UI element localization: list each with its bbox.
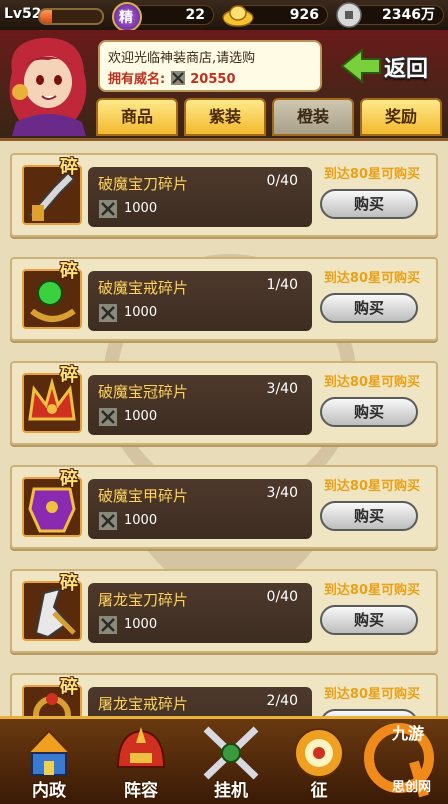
item-progress: 3/40 — [266, 381, 298, 397]
prestige-swords-icon — [99, 408, 117, 426]
item-cost: 1000 — [124, 305, 158, 320]
item-name: 屠龙宝戒碎片 — [98, 695, 189, 713]
item-name: 破魔宝冠碎片 — [98, 383, 189, 401]
greeting-bubble: 欢迎光临神装商店,请选购 拥有威名: 20550 — [98, 40, 322, 92]
gold-ingot-icon — [222, 5, 254, 27]
item-name: 屠龙宝刀碎片 — [98, 591, 189, 609]
fragment-badge: 碎 — [60, 365, 78, 386]
watermark-brand: 九游 — [392, 724, 425, 743]
shop-item-card: 碎破魔宝刀碎片 0/40 1000 到达80星可购买购买 — [10, 153, 438, 237]
buy-button[interactable]: 购买 — [320, 397, 418, 427]
item-progress: 3/40 — [266, 485, 298, 501]
item-list[interactable]: 碎破魔宝刀碎片 0/40 1000 到达80星可购买 购买碎破魔宝戒碎片 1/40 1000… — [0, 138, 448, 719]
prestige-line: 拥有威名: 20550 — [108, 71, 236, 87]
item-progress: 1/40 — [266, 277, 298, 293]
item-info: 破魔宝戒碎片 1/40 1000 — [88, 271, 312, 331]
shop-item-card: 碎破魔宝冠碎片 3/40 1000 到达80星可购买购买 — [10, 361, 438, 445]
item-info: 破魔宝刀碎片 0/40 1000 — [88, 167, 312, 227]
player-level: Lv52 — [4, 6, 42, 22]
shop-item-card: 碎破魔宝甲碎片 3/40 1000 到达80星可购买购买 — [10, 465, 438, 549]
nav-lineup[interactable]: 阵容 — [100, 723, 182, 803]
buy-button[interactable]: 购买 — [320, 605, 418, 635]
tab-rewards[interactable]: 奖励 — [360, 98, 442, 136]
jing-icon: 精 — [112, 2, 142, 32]
shop-item-card: 碎屠龙宝刀碎片 0/40 1000 到达80星可购买购买 — [10, 569, 438, 653]
fragment-badge: 碎 — [60, 573, 78, 594]
shopkeeper-avatar — [9, 37, 87, 136]
item-info: 屠龙宝刀碎片 0/40 1000 — [88, 583, 312, 643]
tab-goods[interactable]: 商品 — [96, 98, 178, 136]
purchase-requirement: 到达80星可购买 — [323, 479, 420, 494]
palace-icon — [25, 729, 73, 776]
item-name: 破魔宝刀碎片 — [98, 175, 189, 193]
purchase-requirement: 到达80星可购买 — [323, 583, 420, 598]
item-cost: 1000 — [124, 617, 158, 632]
buy-button[interactable]: 购买 — [320, 293, 418, 323]
silver-coin-icon — [336, 2, 362, 28]
item-cost: 1000 — [124, 513, 158, 528]
buy-button[interactable]: 购买 — [320, 501, 418, 531]
tab-purple-gear[interactable]: 紫装 — [184, 98, 266, 136]
greeting-text: 欢迎光临神装商店,请选购 — [108, 51, 256, 66]
item-info: 破魔宝甲碎片 3/40 1000 — [88, 479, 312, 539]
exp-bar — [38, 8, 104, 25]
purchase-requirement: 到达80星可购买 — [323, 375, 420, 390]
prestige-swords-icon — [99, 616, 117, 634]
nav-idle[interactable]: 挂机 — [190, 723, 272, 803]
shop-item-card: 碎屠龙宝戒碎片2/401000到达80星可购买购买 — [10, 673, 438, 719]
item-info: 屠龙宝戒碎片2/401000 — [88, 687, 312, 719]
item-cost: 1000 — [124, 201, 158, 216]
fragment-badge: 碎 — [60, 469, 78, 490]
item-name: 破魔宝甲碎片 — [98, 487, 189, 505]
fragment-badge: 碎 — [60, 677, 78, 698]
fragment-badge: 碎 — [60, 261, 78, 282]
item-progress: 0/40 — [266, 173, 298, 189]
prestige-swords-icon — [99, 512, 117, 530]
helmet-icon — [116, 727, 166, 768]
nav-internal-affairs[interactable]: 内政 — [8, 723, 90, 803]
buy-button[interactable]: 购买 — [320, 189, 418, 219]
item-progress: 2/40 — [266, 693, 298, 709]
item-cost: 1000 — [124, 409, 158, 424]
target-icon — [294, 728, 344, 778]
nav-conquest[interactable]: 征 — [278, 723, 360, 803]
purchase-requirement: 到达80星可购买 — [323, 687, 420, 702]
prestige-swords-icon — [170, 71, 185, 85]
purchase-requirement: 到达80星可购买 — [323, 271, 420, 286]
status-bar: Lv52 22 精 926 2346万 — [0, 0, 448, 32]
fragment-badge: 碎 — [60, 157, 78, 178]
item-progress: 0/40 — [266, 589, 298, 605]
watermark-sub: 思创网 — [392, 780, 432, 795]
item-name: 破魔宝戒碎片 — [98, 279, 189, 297]
prestige-swords-icon — [99, 304, 117, 322]
purchase-requirement: 到达80星可购买 — [323, 167, 420, 182]
prestige-swords-icon — [99, 200, 117, 218]
shop-item-card: 碎破魔宝戒碎片 1/40 1000 到达80星可购买购买 — [10, 257, 438, 341]
tab-orange-gear[interactable]: 橙装 — [272, 98, 354, 136]
item-info: 破魔宝冠碎片 3/40 1000 — [88, 375, 312, 435]
crossed-swords-icon — [203, 726, 259, 780]
shop-tabs: 商品 紫装 橙装 奖励 — [94, 98, 448, 138]
